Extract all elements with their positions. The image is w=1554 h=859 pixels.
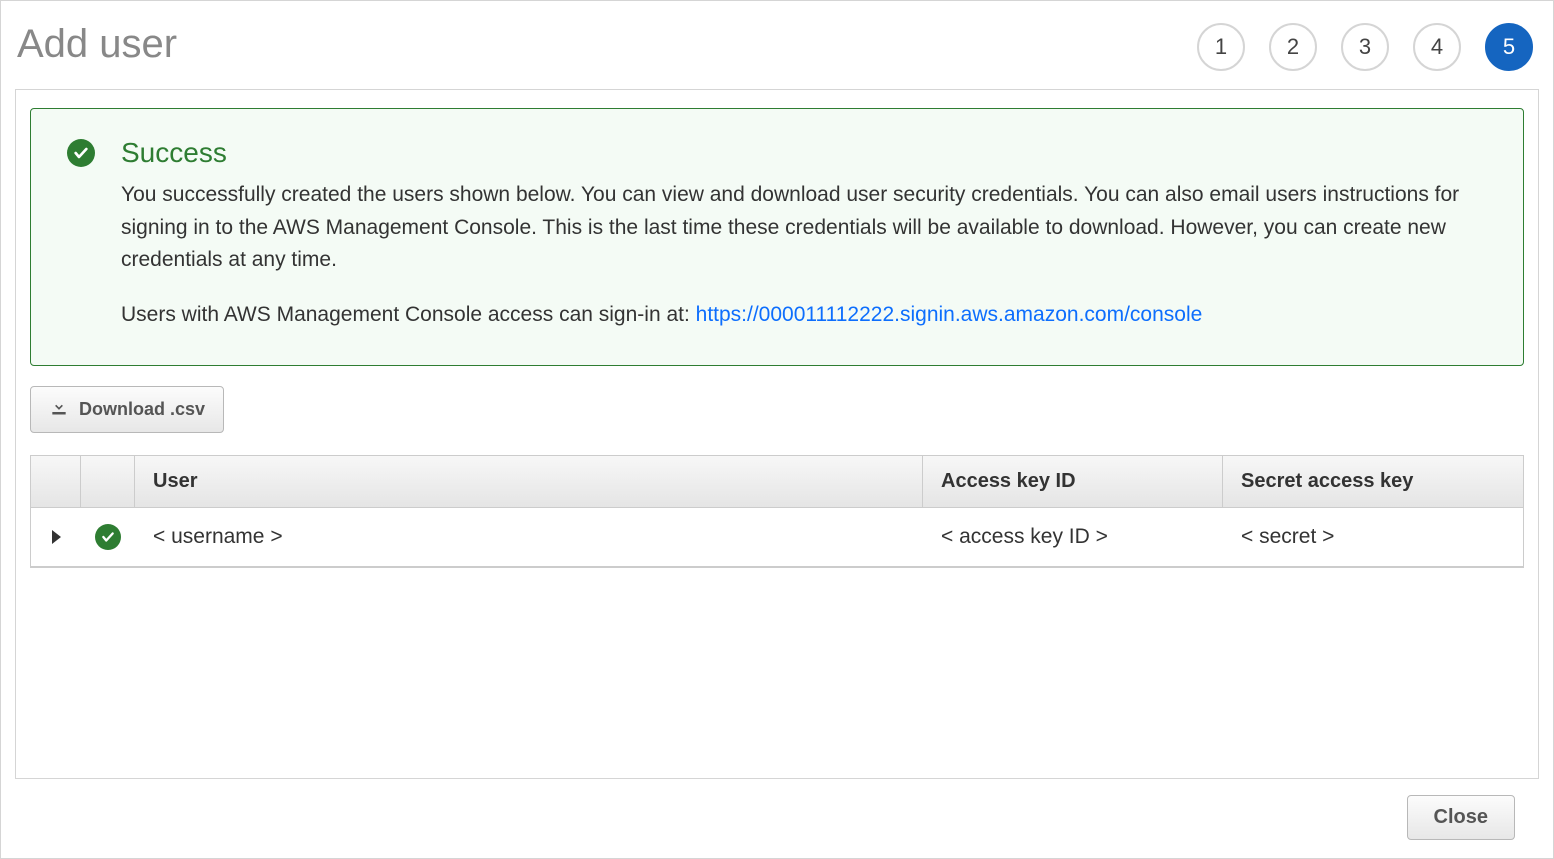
col-header-expand — [31, 456, 81, 508]
page-container: Add user 1 2 3 4 5 Success You successfu… — [0, 0, 1554, 859]
alert-message: You successfully created the users shown… — [121, 179, 1487, 277]
expand-row-icon[interactable] — [52, 530, 61, 544]
col-header-status — [81, 456, 135, 508]
col-header-user: User — [135, 456, 923, 508]
page-title: Add user — [17, 22, 177, 67]
step-3[interactable]: 3 — [1341, 23, 1389, 71]
table-row: < username > < access key ID > < secret … — [31, 508, 1523, 567]
row-success-icon — [95, 524, 121, 550]
success-alert: Success You successfully created the use… — [30, 108, 1524, 366]
alert-signin-line: Users with AWS Management Console access… — [121, 299, 1487, 332]
cell-access-key-id: < access key ID > — [923, 508, 1223, 567]
table-header-row: User Access key ID Secret access key — [31, 456, 1523, 508]
col-header-secret-access-key: Secret access key — [1223, 456, 1523, 508]
success-check-icon — [67, 139, 95, 167]
step-1[interactable]: 1 — [1197, 23, 1245, 71]
cell-user: < username > — [135, 508, 923, 567]
download-csv-button[interactable]: Download .csv — [30, 386, 224, 433]
close-button[interactable]: Close — [1407, 795, 1515, 840]
footer: Close — [15, 779, 1539, 858]
header: Add user 1 2 3 4 5 — [15, 15, 1539, 81]
alert-body: Success You successfully created the use… — [121, 137, 1487, 331]
users-table: User Access key ID Secret access key < u — [30, 455, 1524, 568]
step-4[interactable]: 4 — [1413, 23, 1461, 71]
signin-url-link[interactable]: https://000011112222.signin.aws.amazon.c… — [696, 303, 1203, 326]
download-icon — [49, 397, 69, 422]
wizard-stepper: 1 2 3 4 5 — [1197, 15, 1533, 71]
step-2[interactable]: 2 — [1269, 23, 1317, 71]
alert-title: Success — [121, 137, 1487, 169]
cell-secret-access-key: < secret > — [1223, 508, 1523, 567]
alert-signin-prefix: Users with AWS Management Console access… — [121, 303, 696, 326]
content-panel: Success You successfully created the use… — [15, 89, 1539, 779]
col-header-access-key-id: Access key ID — [923, 456, 1223, 508]
step-5[interactable]: 5 — [1485, 23, 1533, 71]
download-csv-label: Download .csv — [79, 399, 205, 420]
